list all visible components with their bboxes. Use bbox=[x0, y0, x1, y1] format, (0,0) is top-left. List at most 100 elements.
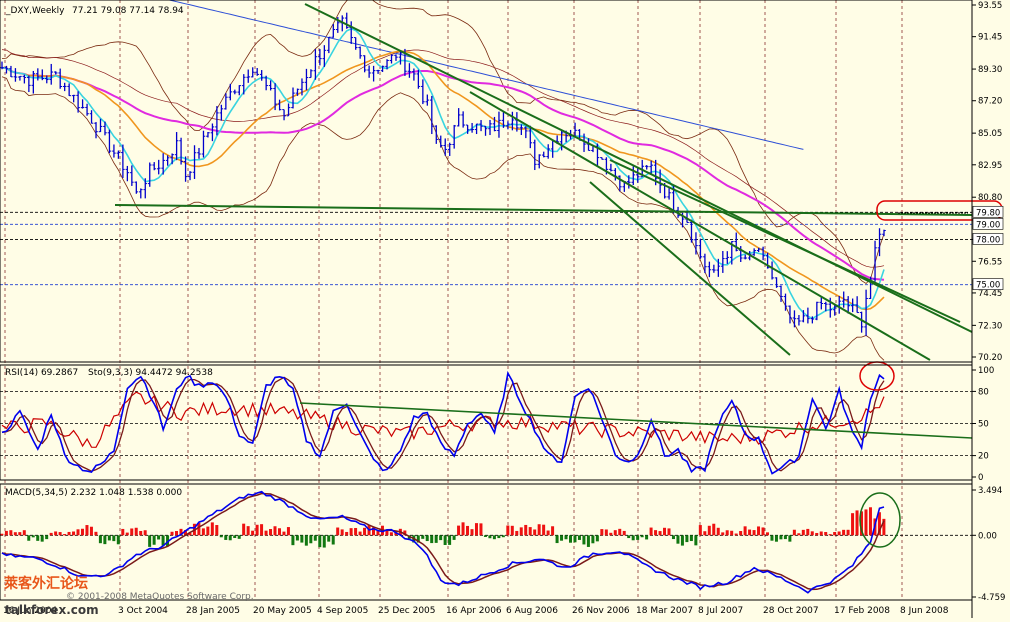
price-label: 79.80 bbox=[976, 208, 1000, 218]
macd-histogram-bar bbox=[501, 535, 505, 538]
macd-histogram-bar bbox=[734, 533, 738, 536]
price-y-tick-label: 82.95 bbox=[978, 161, 1002, 171]
macd-histogram-bar bbox=[586, 535, 590, 547]
macd-histogram-bar bbox=[58, 532, 62, 536]
macd-histogram-bar bbox=[170, 531, 174, 536]
macd-histogram-bar bbox=[837, 531, 841, 536]
macd-histogram-bar bbox=[224, 535, 228, 540]
macd-histogram-bar bbox=[116, 535, 120, 545]
macd-histogram-bar bbox=[600, 529, 604, 536]
macd-histogram-bar bbox=[103, 535, 107, 545]
macd-histogram-bar bbox=[228, 535, 232, 541]
macd-histogram-bar bbox=[855, 510, 859, 536]
macd-histogram-bar bbox=[618, 528, 622, 536]
macd-histogram-bar bbox=[654, 530, 658, 536]
macd-histogram-bar bbox=[434, 535, 438, 543]
macd-histogram-bar bbox=[636, 535, 640, 540]
macd-histogram-bar bbox=[761, 527, 765, 536]
macd-histogram-bar bbox=[9, 530, 13, 536]
macd-histogram-bar bbox=[497, 535, 501, 539]
macd-histogram-bar bbox=[439, 535, 443, 541]
macd-histogram-bar bbox=[663, 527, 667, 536]
macd-histogram-bar bbox=[72, 531, 76, 536]
price-label: 78.00 bbox=[976, 235, 1000, 245]
x-tick-label: 4 Sep 2005 bbox=[317, 606, 368, 616]
macd-histogram-bar bbox=[313, 535, 317, 541]
macd-histogram-bar bbox=[564, 535, 568, 540]
macd-histogram-bar bbox=[801, 529, 805, 536]
macd-histogram-bar bbox=[555, 535, 559, 544]
macd-histogram-bar bbox=[143, 530, 147, 536]
macd-histogram-bar bbox=[573, 535, 577, 543]
macd-histogram-bar bbox=[752, 530, 756, 536]
macd-histogram-bar bbox=[788, 535, 792, 542]
macd-histogram-bar bbox=[107, 535, 111, 541]
macd-y-tick-label: -4.759 bbox=[978, 593, 1005, 603]
macd-histogram-bar bbox=[680, 535, 684, 546]
rsi-y-tick-label: 80 bbox=[978, 387, 989, 397]
macd-histogram-bar bbox=[622, 530, 626, 536]
macd-histogram-bar bbox=[757, 526, 761, 536]
macd-histogram-bar bbox=[546, 530, 550, 536]
macd-histogram-bar bbox=[40, 535, 44, 542]
macd-histogram-bar bbox=[488, 535, 492, 539]
macd-histogram-bar bbox=[233, 535, 237, 539]
macd-histogram-bar bbox=[591, 535, 595, 544]
macd-histogram-bar bbox=[694, 535, 698, 546]
macd-histogram-bar bbox=[743, 526, 747, 536]
price-y-tick-label: 70.20 bbox=[978, 353, 1002, 363]
macd-histogram-bar bbox=[748, 529, 752, 536]
macd-histogram-bar bbox=[139, 530, 143, 536]
macd-histogram-bar bbox=[215, 525, 219, 536]
macd-histogram-bar bbox=[157, 535, 161, 540]
macd-histogram-bar bbox=[269, 529, 273, 536]
price-label: 79.00 bbox=[976, 220, 1000, 230]
macd-histogram-bar bbox=[568, 535, 572, 543]
macd-histogram-bar bbox=[112, 535, 116, 542]
macd-histogram-bar bbox=[721, 532, 725, 536]
macd-histogram-bar bbox=[354, 527, 358, 536]
forex-chart-window[interactable]: 16 Jun 2004 3 Oct 2004 28 Jan 2005 20 May 2… bbox=[0, 0, 1010, 618]
macd-histogram-bar bbox=[470, 529, 474, 536]
macd-histogram-bar bbox=[658, 531, 662, 536]
price-y-tick-label: 89.30 bbox=[978, 65, 1002, 75]
macd-histogram-bar bbox=[85, 525, 89, 536]
macd-histogram-bar bbox=[582, 535, 586, 545]
macd-histogram-bar bbox=[739, 531, 743, 536]
macd-histogram-bar bbox=[815, 532, 819, 536]
macd-histogram-bar bbox=[824, 531, 828, 536]
macd-histogram-bar bbox=[282, 531, 286, 536]
macd-histogram-bar bbox=[322, 535, 326, 548]
macd-histogram-bar bbox=[689, 535, 693, 542]
macd-histogram-bar bbox=[389, 532, 393, 536]
price-label: 75.00 bbox=[976, 281, 1000, 291]
macd-histogram-bar bbox=[246, 526, 250, 536]
rsi-y-tick-label: 20 bbox=[978, 452, 989, 462]
macd-histogram-bar bbox=[649, 527, 653, 536]
macd-histogram-bar bbox=[18, 532, 22, 536]
macd-histogram-bar bbox=[327, 535, 331, 542]
x-tick-label: 17 Feb 2008 bbox=[834, 606, 890, 616]
macd-histogram-bar bbox=[461, 522, 465, 536]
chart-canvas[interactable]: 16 Jun 2004 3 Oct 2004 28 Jan 2005 20 May 2… bbox=[0, 0, 1010, 618]
macd-histogram-bar bbox=[560, 535, 564, 541]
macd-histogram-bar bbox=[345, 531, 349, 536]
macd-histogram-bar bbox=[295, 535, 299, 541]
rsi-y-tick-label: 50 bbox=[978, 420, 989, 430]
macd-histogram-bar bbox=[466, 525, 470, 536]
macd-histogram-bar bbox=[483, 535, 487, 537]
macd-histogram-bar bbox=[783, 535, 787, 540]
x-tick-label: 25 Dec 2005 bbox=[378, 606, 436, 616]
macd-histogram-bar bbox=[631, 535, 635, 541]
macd-histogram-bar bbox=[318, 535, 322, 548]
macd-histogram-bar bbox=[219, 535, 223, 538]
macd-histogram-bar bbox=[698, 525, 702, 536]
macd-histogram-bar bbox=[425, 535, 429, 542]
macd-histogram-bar bbox=[506, 525, 510, 536]
macd-histogram-bar bbox=[242, 523, 246, 536]
macd-histogram-bar bbox=[524, 524, 528, 536]
macd-histogram-bar bbox=[13, 532, 17, 536]
macd-histogram-bar bbox=[152, 535, 156, 545]
macd-histogram-bar bbox=[300, 535, 304, 543]
macd-histogram-bar bbox=[237, 535, 241, 539]
